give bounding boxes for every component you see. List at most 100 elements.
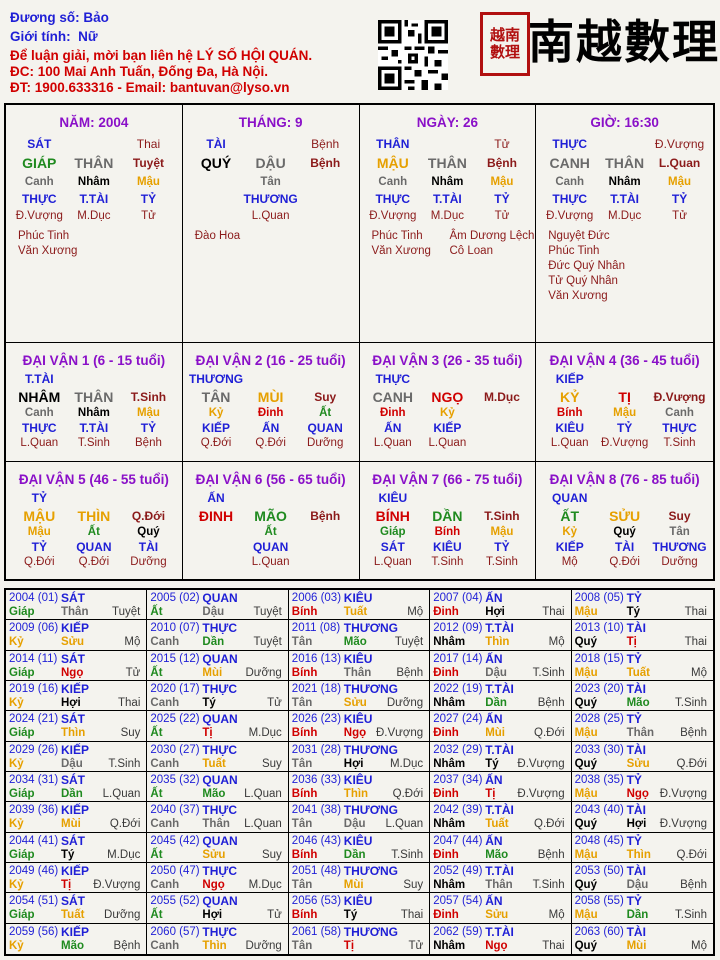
year-cell[interactable]: 2036 (33) KIÊU Bính Thìn Q.Đới: [288, 772, 431, 803]
qr-code-icon[interactable]: [378, 20, 448, 90]
year-cell[interactable]: 2035 (32) QUAN Ất Mão L.Quan: [147, 772, 289, 803]
year-stem: Mậu: [574, 788, 598, 800]
year-cell[interactable]: 2061 (58) THƯƠNG Tân Tị Tử: [289, 923, 431, 954]
year-cell[interactable]: 2025 (22) QUAN Ất Tị M.Dục: [147, 711, 289, 742]
dai-van-5[interactable]: ĐẠI VẬN 5 (46 - 55 tuổi) TỶ MẬU THÌN Q.Đới Mậ…: [6, 462, 183, 581]
year-cell[interactable]: 2063 (60) TÀI Quý Mùi Mộ: [572, 924, 713, 954]
year-cell[interactable]: 2028 (25) TỶ Mậu Thân Bệnh: [571, 711, 713, 742]
year-cell[interactable]: 2045 (42) QUAN Ất Sửu Suy: [147, 832, 289, 863]
year-cell[interactable]: 2026 (23) KIÊU Bính Ngọ Đ.Vượng: [288, 711, 431, 742]
year-label: 2017 (14): [433, 652, 483, 665]
year-cell[interactable]: 2005 (02) QUAN Ất Dậu Tuyệt: [147, 590, 289, 621]
year-label: 2013 (10): [574, 622, 624, 635]
year-cell[interactable]: 2007 (04) ẤN Đinh Hợi Thai: [430, 590, 572, 621]
year-cell[interactable]: 2052 (49) T.TÀI Nhâm Thân T.Sinh: [430, 863, 572, 894]
year-cell[interactable]: 2021 (18) THƯƠNG Tân Sửu Dưỡng: [288, 681, 431, 712]
year-label: 2041 (38): [291, 804, 342, 817]
year-cell[interactable]: 2009 (06) KIẾP Kỷ Sửu Mộ: [6, 620, 148, 651]
year-cell[interactable]: 2013 (10) TÀI Quý Tị Thai: [571, 620, 713, 651]
year-cell[interactable]: 2015 (12) QUAN Ất Mùi Dưỡng: [147, 650, 289, 681]
year-god: QUAN: [202, 712, 238, 727]
year-cell[interactable]: 2014 (11) SÁT Giáp Ngọ Tử: [6, 650, 148, 681]
year-label: 2031 (28): [291, 743, 342, 756]
year-cell[interactable]: 2029 (26) KIẾP Kỷ Dậu T.Sinh: [6, 741, 148, 772]
year-stem: Canh: [150, 757, 180, 770]
year-cell[interactable]: 2031 (28) THƯƠNG Tân Hợi M.Dục: [288, 741, 431, 772]
year-cell[interactable]: 2040 (37) THỰC Canh Thân L.Quan: [147, 802, 289, 833]
year-cell[interactable]: 2056 (53) KIÊU Bính Tý Thai: [288, 893, 431, 924]
year-cell[interactable]: 2051 (48) THƯƠNG Tân Mùi Suy: [288, 863, 431, 894]
year-branch: Dậu: [61, 757, 83, 770]
year-cell[interactable]: 2006 (03) KIÊU Bính Tuất Mộ: [288, 590, 431, 621]
year-cell[interactable]: 2038 (35) TỶ Mậu Ngọ Đ.Vượng: [571, 772, 713, 803]
pillar-1[interactable]: THÁNG: 9 TÀI Bệnh QUÝ DẬU Bệnh Tân THƯƠNG L.Quan…: [182, 105, 360, 343]
stars-right: Âm Dương Lệch Cô Loan: [450, 229, 535, 259]
year-cell[interactable]: 2047 (44) ẤN Đinh Mão Bệnh: [430, 832, 572, 863]
year-cell[interactable]: 2012 (09) T.TÀI Nhâm Thìn Mộ: [430, 620, 572, 651]
year-cell[interactable]: 2034 (31) SÁT Giáp Dần L.Quan: [6, 772, 148, 803]
year-cell[interactable]: 2042 (39) T.TÀI Nhâm Tuất Q.Đới: [430, 802, 572, 833]
pillar-row3-cell: Nhâm: [77, 176, 110, 188]
year-cell[interactable]: 2050 (47) THỰC Canh Ngọ M.Dục: [147, 863, 289, 894]
year-cell[interactable]: 2019 (16) KIẾP Kỷ Hợi Thai: [6, 681, 148, 712]
year-cell[interactable]: 2058 (55) TỶ Mậu Dần T.Sinh: [571, 893, 713, 924]
year-cell[interactable]: 2037 (34) ẤN Đinh Tị Đ.Vượng: [430, 772, 572, 803]
dai-van-row3: Đinh Kỷ: [366, 406, 530, 421]
year-cell[interactable]: 2023 (20) TÀI Quý Mão T.Sinh: [571, 681, 713, 712]
dai-van-8[interactable]: ĐẠI VẬN 8 (76 - 85 tuổi) QUAN ẤT SỬU Suy Kỷ Qu…: [536, 462, 713, 581]
year-cell[interactable]: 2024 (21) SÁT Giáp Thìn Suy: [6, 711, 148, 742]
year-phase: Thai: [684, 606, 707, 618]
dai-van-1[interactable]: ĐẠI VẬN 1 (6 - 15 tuổi) T.TÀI NHÂM THÂN T.Si…: [6, 343, 183, 462]
year-cell[interactable]: 2030 (27) THỰC Canh Tuất Suy: [147, 741, 289, 772]
year-cell[interactable]: 2044 (41) SÁT Giáp Tý M.Dục: [6, 832, 148, 863]
pillar-row3: Canh Nhâm Mậu: [366, 174, 530, 191]
year-god: TÀI: [626, 682, 646, 696]
year-label: 2060 (57): [150, 925, 200, 938]
year-cell[interactable]: 2057 (54) ẤN Đinh Sửu Mộ: [430, 893, 572, 924]
year-cell[interactable]: 2055 (52) QUAN Ất Hợi Tử: [147, 893, 289, 924]
dai-van-7[interactable]: ĐẠI VẬN 7 (66 - 75 tuổi) KIÊU BÍNH DẦN T.Sin…: [360, 462, 537, 581]
year-cell[interactable]: 2053 (50) TÀI Quý Dậu Bệnh: [571, 863, 713, 894]
year-cell[interactable]: 2008 (05) TỶ Mậu Tý Thai: [571, 590, 713, 621]
year-god: THỰC: [202, 864, 238, 878]
year-cell[interactable]: 2027 (24) ẤN Đinh Mùi Q.Đới: [430, 711, 572, 742]
year-branch: Mùi: [626, 939, 647, 952]
dai-van-2[interactable]: ĐẠI VẬN 2 (16 - 25 tuổi) THƯƠNG TÂN MÙI Suy K…: [182, 343, 360, 462]
year-cell[interactable]: 2048 (45) TỶ Mậu Thìn Q.Đới: [571, 833, 713, 863]
year-cell[interactable]: 2039 (36) KIẾP Kỷ Mùi Q.Đới: [6, 802, 148, 833]
year-cell[interactable]: 2041 (38) THƯƠNG Tân Dậu L.Quan: [288, 802, 431, 833]
star-item: Tử Quý Nhân: [548, 275, 618, 287]
pillar-row1: TÀI Bệnh: [189, 136, 353, 153]
pillar-row2: QUÝ DẬU Bệnh: [189, 155, 353, 172]
year-cell[interactable]: 2022 (19) T.TÀI Nhâm Dần Bệnh: [430, 681, 572, 712]
pillar-2[interactable]: NGÀY: 26 THÂN Tử MẬU THÂN Bệnh Canh Nhâm Mậu THỰC…: [359, 105, 537, 343]
pillar-0[interactable]: NĂM: 2004 SÁT Thai GIÁP THÂN Tuyệt Canh Nhâm Mậu…: [6, 105, 183, 343]
year-cell[interactable]: 2004 (01) SÁT Giáp Thân Tuyệt: [6, 590, 148, 621]
year-cell[interactable]: 2060 (57) THỰC Canh Thìn Dưỡng: [147, 923, 289, 954]
dai-van-4[interactable]: ĐẠI VẬN 4 (36 - 45 tuổi) KIẾP KỶ TỊ Đ.Vượng B…: [536, 343, 713, 462]
year-cell[interactable]: 2018 (15) TỶ Mậu Tuất Mộ: [571, 651, 713, 681]
year-stem: Đinh: [433, 909, 459, 922]
year-cell[interactable]: 2054 (51) SÁT Giáp Tuất Dưỡng: [6, 893, 148, 924]
year-cell[interactable]: 2043 (40) TÀI Quý Hợi Đ.Vượng: [571, 802, 713, 833]
year-cell[interactable]: 2032 (29) T.TÀI Nhâm Tý Đ.Vượng: [430, 741, 572, 772]
year-branch: Tý: [202, 697, 216, 709]
year-cell[interactable]: 2033 (30) TÀI Quý Sửu Q.Đới: [571, 742, 713, 772]
dai-van-6[interactable]: ĐẠI VẬN 6 (56 - 65 tuổi) ẤN ĐINH MÃO Bệnh Ất Q…: [183, 462, 360, 581]
year-cell[interactable]: 2017 (14) ẤN Đinh Dậu T.Sinh: [430, 650, 572, 681]
pillar-3[interactable]: GIỜ: 16:30 THỰC Đ.Vượng CANH THÂN L.Quan Canh N…: [536, 105, 713, 343]
year-cell[interactable]: 2062 (59) T.TÀI Nhâm Ngọ Thai: [430, 923, 572, 954]
year-cell[interactable]: 2011 (08) THƯƠNG Tân Mão Tuyệt: [288, 620, 431, 651]
year-cell[interactable]: 2049 (46) KIẾP Kỷ Tị Đ.Vượng: [6, 863, 148, 894]
dai-van-row2-cell: Suy: [314, 390, 337, 404]
pillar-row2-cell: MẬU: [376, 155, 409, 171]
year-cell[interactable]: 2046 (43) KIÊU Bính Dần T.Sinh: [288, 832, 431, 863]
year-cell[interactable]: 2016 (13) KIÊU Bính Thân Bệnh: [288, 650, 431, 681]
year-god: QUAN: [202, 773, 238, 787]
year-stem: Canh: [150, 697, 180, 709]
year-cell[interactable]: 2059 (56) KIẾP Kỷ Mão Bệnh: [6, 923, 148, 954]
year-label: 2047 (44): [433, 834, 483, 847]
year-cell[interactable]: 2020 (17) THỰC Canh Tý Tử: [147, 681, 289, 712]
year-cell[interactable]: 2010 (07) THỰC Canh Dần Tuyệt: [147, 620, 289, 651]
dai-van-3[interactable]: ĐẠI VẬN 3 (26 - 35 tuổi) THỰC CANH NGỌ M.Dục…: [359, 343, 537, 462]
